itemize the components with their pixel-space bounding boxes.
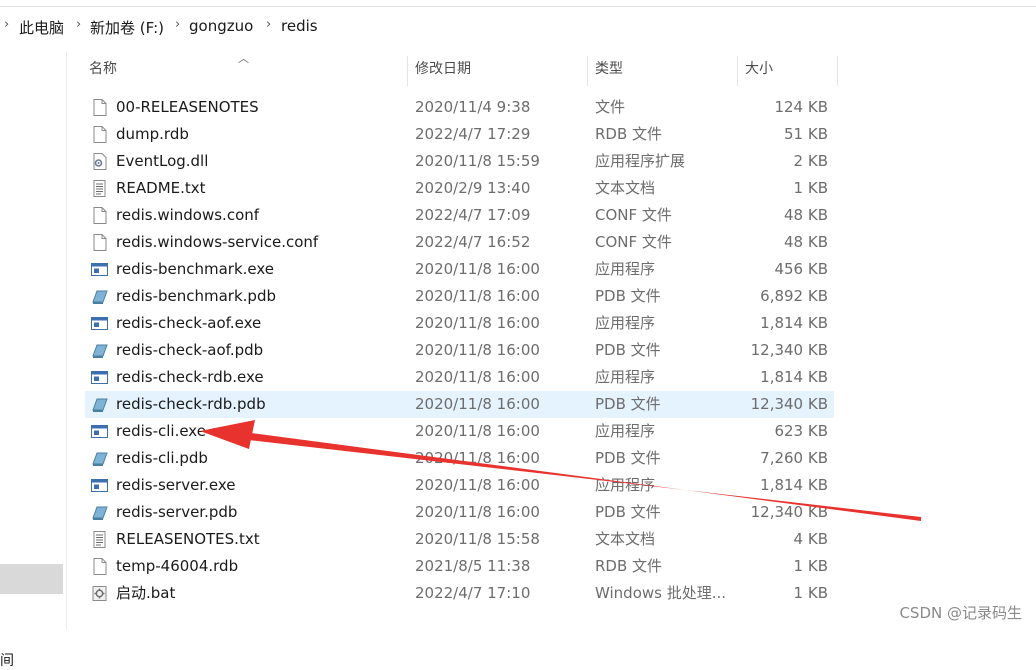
annotation-arrow (200, 420, 921, 521)
arrow-head (200, 420, 255, 449)
nav-item-label[interactable]: 间 (0, 650, 14, 670)
arrow-shaft (213, 428, 921, 521)
watermark: CSDN @记录码生 (899, 604, 1022, 622)
